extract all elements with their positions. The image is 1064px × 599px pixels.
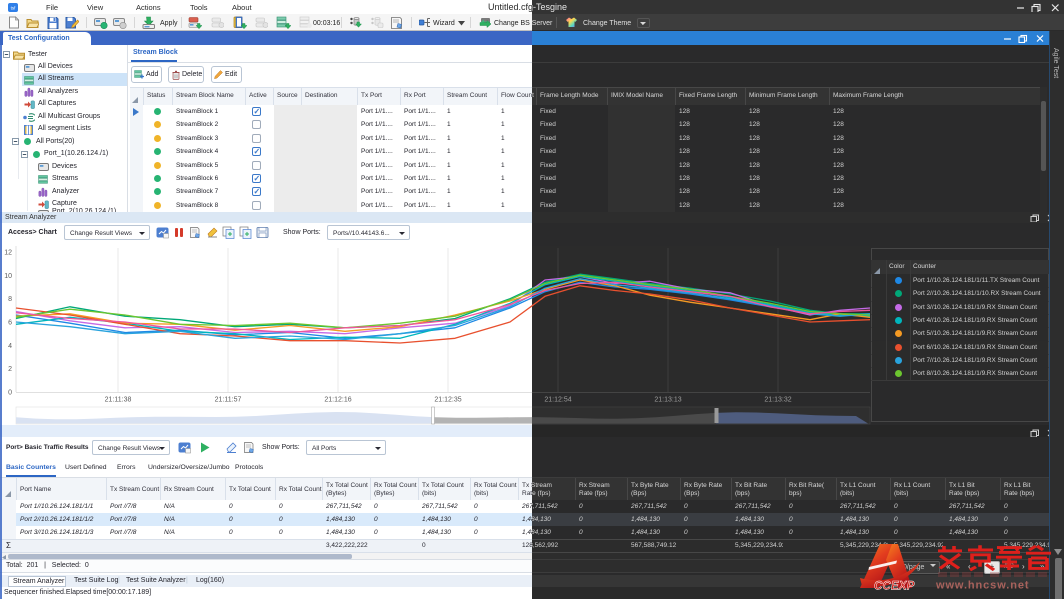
svg-text:CCEXP: CCEXP [874, 581, 915, 593]
svg-text:21:12:54: 21:12:54 [544, 397, 571, 404]
svg-text:6: 6 [8, 320, 12, 327]
svg-text:0: 0 [8, 390, 12, 397]
svg-text:tsf: tsf [11, 5, 17, 10]
svg-text:12: 12 [4, 250, 12, 257]
svg-text:www.hncsw.net: www.hncsw.net [935, 580, 1029, 592]
svg-text:2: 2 [8, 366, 12, 373]
svg-text:21:12:16: 21:12:16 [324, 397, 351, 404]
svg-text:21:12:35: 21:12:35 [434, 397, 461, 404]
svg-text:21:11:38: 21:11:38 [105, 397, 132, 404]
svg-text:10: 10 [4, 273, 12, 280]
svg-text:4: 4 [8, 343, 12, 350]
svg-text:21:13:13: 21:13:13 [654, 397, 681, 404]
svg-text:8: 8 [8, 296, 12, 303]
svg-text:21:11:57: 21:11:57 [215, 397, 242, 404]
svg-text:21:13:32: 21:13:32 [764, 397, 791, 404]
